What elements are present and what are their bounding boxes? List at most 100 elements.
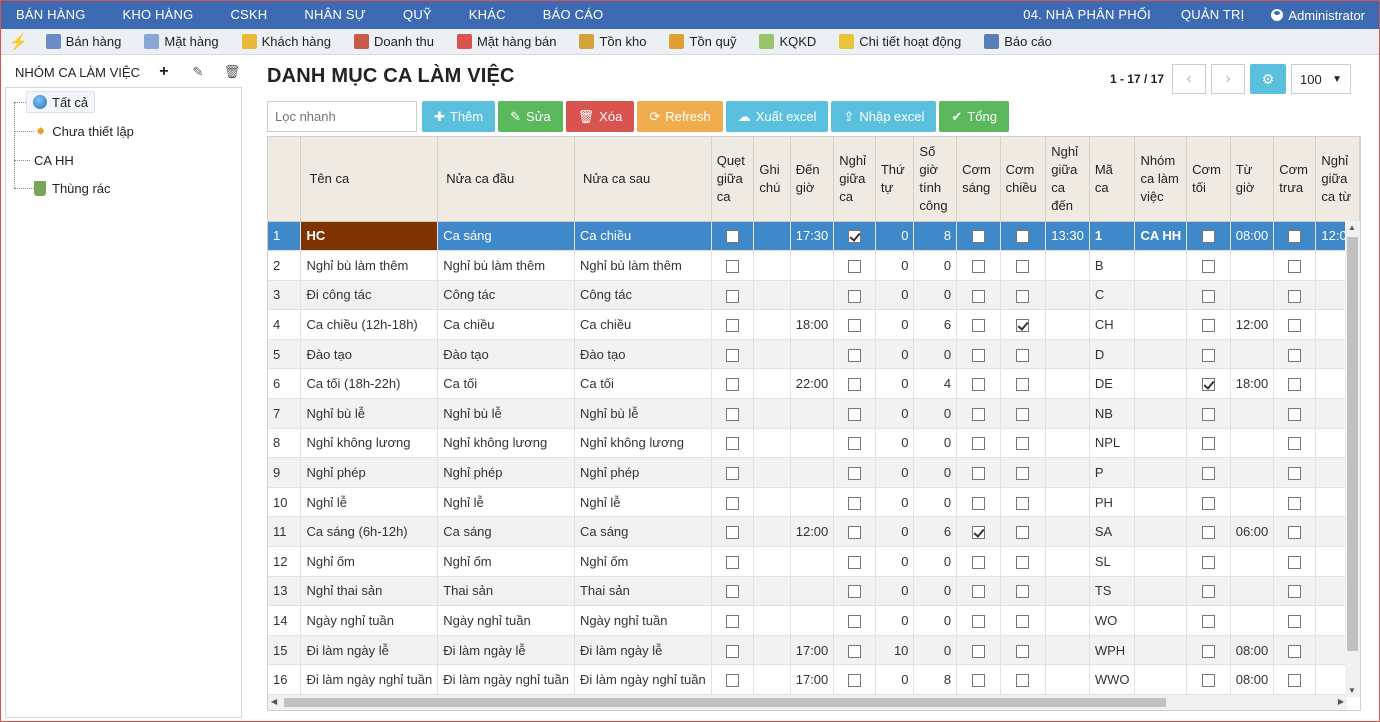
checkbox[interactable]	[848, 289, 862, 303]
add-group-icon[interactable]: +	[154, 63, 174, 81]
checkbox[interactable]	[971, 289, 985, 303]
checkbox[interactable]	[1288, 437, 1302, 451]
table-row[interactable]: 8 Nghỉ không lương Nghỉ không lương Nghỉ kh…	[268, 428, 1360, 459]
checkbox[interactable]	[1201, 289, 1215, 303]
nav-branch[interactable]: 04. NHÀ PHÂN PHỐI	[1008, 1, 1166, 29]
checkbox[interactable]	[848, 644, 862, 658]
checkbox[interactable]	[1016, 496, 1030, 510]
checkbox[interactable]	[1016, 467, 1030, 481]
checkbox[interactable]	[971, 378, 985, 392]
checkbox[interactable]	[1201, 437, 1215, 451]
toolbar-item[interactable]: Doanh thu	[353, 34, 434, 49]
checkbox[interactable]	[971, 555, 985, 569]
column-header[interactable]: Cơm trưa	[1273, 137, 1317, 222]
checkbox[interactable]	[1016, 437, 1030, 451]
checkbox[interactable]	[1201, 467, 1215, 481]
checkbox[interactable]	[1288, 230, 1302, 244]
checkbox[interactable]	[1201, 319, 1215, 333]
tree-item-unset[interactable]: ✸ Chưa thiết lập	[36, 120, 134, 142]
checkbox[interactable]	[1201, 644, 1215, 658]
table-row[interactable]: 13 Nghỉ thai sản Thai sản Thai sản 0 0 TS	[268, 576, 1360, 607]
checkbox[interactable]	[971, 526, 985, 540]
column-header[interactable]: Nửa ca sau	[574, 137, 712, 222]
checkbox[interactable]	[1288, 674, 1302, 688]
checkbox[interactable]	[726, 467, 740, 481]
checkbox[interactable]	[1016, 615, 1030, 629]
checkbox[interactable]	[848, 674, 862, 688]
checkbox[interactable]	[726, 437, 740, 451]
table-row[interactable]: 11 Ca sáng (6h-12h) Ca sáng Ca sáng 12:00 0 6 S…	[268, 516, 1360, 548]
checkbox[interactable]	[1288, 526, 1302, 540]
checkbox[interactable]	[726, 615, 740, 629]
toolbar-item[interactable]: Tồn kho	[579, 34, 646, 49]
checkbox[interactable]	[848, 496, 862, 510]
checkbox[interactable]	[1288, 348, 1302, 362]
column-header[interactable]: Cơm chiều	[1000, 137, 1047, 222]
checkbox[interactable]	[971, 407, 985, 421]
column-header[interactable]: Ghi chú	[753, 137, 791, 222]
checkbox[interactable]	[971, 319, 985, 333]
checkbox[interactable]	[848, 230, 862, 244]
checkbox[interactable]	[848, 555, 862, 569]
tree-item-ca-hh[interactable]: CA HH	[34, 149, 74, 171]
table-row[interactable]: 4 Ca chiều (12h-18h) Ca chiều Ca chiều 18:00…	[268, 309, 1360, 340]
nav-quy[interactable]: QUỸ	[388, 1, 454, 29]
checkbox[interactable]	[726, 289, 740, 303]
checkbox[interactable]	[726, 378, 740, 392]
column-header[interactable]: Cơm sáng	[956, 137, 1001, 222]
checkbox[interactable]	[848, 407, 862, 421]
checkbox[interactable]	[1016, 348, 1030, 362]
checkbox[interactable]	[1288, 407, 1302, 421]
column-header[interactable]	[268, 137, 302, 222]
table-row[interactable]: 1 HC Ca sáng Ca chiều 17:30 0 8 13:30 1 CA HH 08:0…	[268, 221, 1360, 252]
table-row[interactable]: 3 Đi công tác Công tác Công tác 0 0 C	[268, 280, 1360, 311]
horizontal-scroll-thumb[interactable]	[284, 698, 1166, 707]
column-header[interactable]: Đến giờ	[790, 137, 835, 222]
checkbox[interactable]	[1288, 555, 1302, 569]
edit-button[interactable]: ✎ Sửa	[498, 101, 563, 132]
checkbox[interactable]	[848, 526, 862, 540]
nav-ban-hang[interactable]: BÁN HÀNG	[1, 1, 108, 29]
checkbox[interactable]	[1201, 259, 1215, 273]
toolbar-item[interactable]: Tồn quỹ	[669, 34, 736, 49]
checkbox[interactable]	[726, 496, 740, 510]
toolbar-item[interactable]: Chi tiết hoạt động	[839, 34, 961, 49]
checkbox[interactable]	[1201, 615, 1215, 629]
toolbar-item[interactable]: Mặt hàng	[144, 34, 219, 49]
checkbox[interactable]	[726, 259, 740, 273]
checkbox[interactable]	[1288, 259, 1302, 273]
toolbar-lightning[interactable]: ⚡	[9, 33, 28, 51]
user-menu[interactable]: Administrator	[1259, 8, 1379, 23]
scroll-right-icon[interactable]: ▶	[1338, 697, 1344, 706]
table-row[interactable]: 12 Nghỉ ốm Nghỉ ốm Nghỉ ốm 0 0 SL	[268, 546, 1360, 577]
column-header[interactable]: Cơm tối	[1186, 137, 1231, 222]
nav-bao-cao[interactable]: BÁO CÁO	[528, 1, 626, 29]
next-page-button[interactable]: ›	[1211, 64, 1245, 94]
toolbar-item[interactable]: KQKD	[759, 34, 816, 49]
nav-admin[interactable]: QUẢN TRỊ	[1166, 1, 1259, 29]
checkbox[interactable]	[726, 585, 740, 599]
checkbox[interactable]	[1288, 319, 1302, 333]
checkbox[interactable]	[1016, 644, 1030, 658]
vertical-scrollbar[interactable]: ▲ ▼	[1345, 221, 1360, 697]
page-size-select[interactable]: 100 ▼	[1291, 64, 1351, 94]
checkbox[interactable]	[726, 555, 740, 569]
checkbox[interactable]	[1288, 378, 1302, 392]
column-header[interactable]: Tên ca	[300, 137, 439, 222]
delete-group-icon[interactable]: 🗑	[222, 64, 242, 80]
nav-khac[interactable]: KHÁC	[454, 1, 528, 29]
checkbox[interactable]	[971, 467, 985, 481]
toolbar-item[interactable]: Khách hàng	[241, 34, 331, 49]
table-row[interactable]: 16 Đi làm ngày nghỉ tuần Đi làm ngày nghỉ …	[268, 664, 1360, 695]
checkbox[interactable]	[971, 496, 985, 510]
scroll-up-icon[interactable]: ▲	[1348, 223, 1356, 232]
checkbox[interactable]	[726, 348, 740, 362]
checkbox[interactable]	[848, 437, 862, 451]
toolbar-item[interactable]: Bán hàng	[45, 34, 121, 49]
checkbox[interactable]	[1201, 526, 1215, 540]
checkbox[interactable]	[971, 585, 985, 599]
checkbox[interactable]	[848, 615, 862, 629]
table-row[interactable]: 14 Ngày nghỉ tuần Ngày nghỉ tuần Ngày nghỉ …	[268, 605, 1360, 636]
checkbox[interactable]	[1016, 555, 1030, 569]
checkbox[interactable]	[1288, 289, 1302, 303]
